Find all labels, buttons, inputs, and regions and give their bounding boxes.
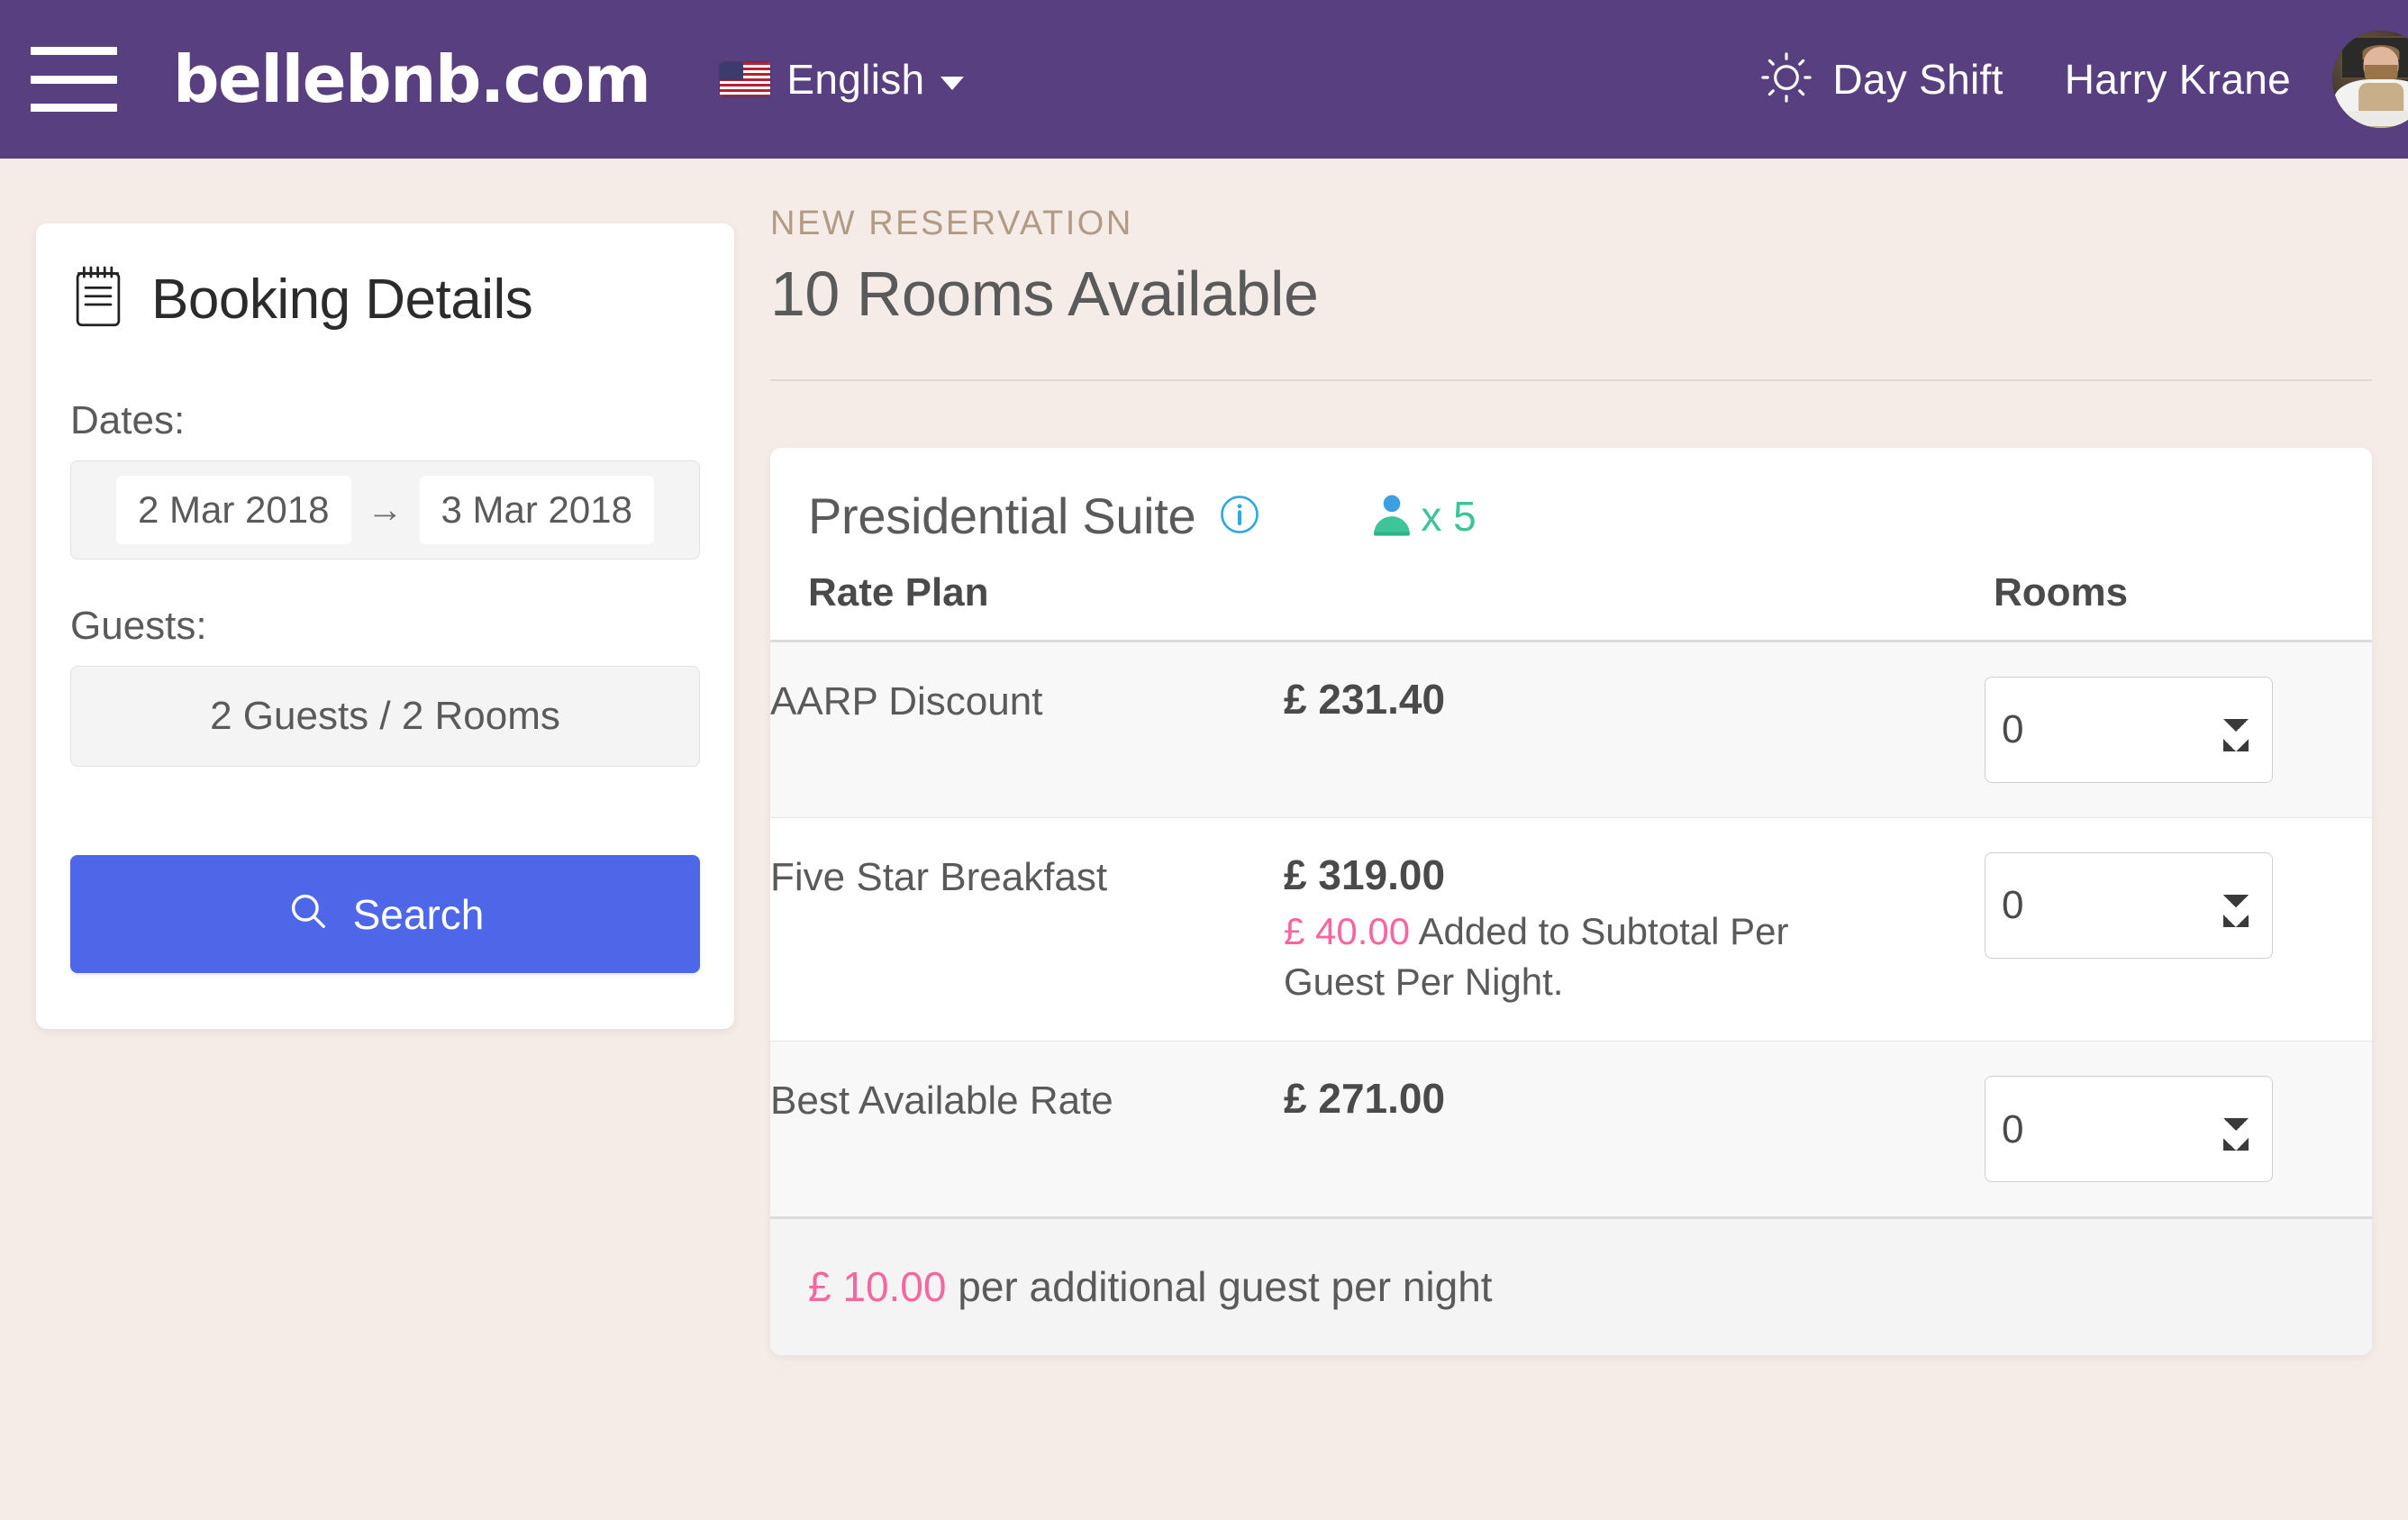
language-selector[interactable]: English [720,55,965,104]
top-navigation-bar: bellebnb.com English Day Shift Harry Kra… [0,0,2408,159]
extra-guest-fee-text: per additional guest per night [958,1263,1493,1311]
room-type-name: Presidential Suite [808,487,1196,545]
language-label: English [786,56,925,103]
rate-plan-price: £ 319.00 [1284,851,1446,898]
rooms-cell: 0 [1985,1041,2372,1217]
left-column: Booking Details Dates: 2 Mar 2018 → 3 Ma… [0,159,770,1030]
extra-guest-fee-amount: £ 10.00 [808,1263,947,1311]
table-row: Five Star Breakfast £ 319.00 £ 40.00 Add… [770,817,2372,1042]
rooms-cell: 0 [1985,641,2372,818]
rooms-cell: 0 [1985,817,2372,1042]
dates-label: Dates: [70,398,186,442]
rooms-select[interactable]: 0 [1985,1076,2273,1183]
user-name[interactable]: Harry Krane [2065,55,2291,104]
rate-plan-price: £ 271.00 [1284,1075,1446,1123]
max-occupancy: x 5 [1368,491,1477,542]
rate-plan-name: AARP Discount [770,641,1284,818]
sun-icon [1760,51,1813,108]
table-row: AARP Discount £ 231.40 0 [770,641,2372,818]
checkin-date-input[interactable]: 2 Mar 2018 [116,476,351,545]
rate-plan-price-cell: £ 231.40 [1284,641,1985,818]
hamburger-bar [31,47,117,55]
rate-plan-price: £ 231.40 [1284,675,1446,723]
guests-label: Guests: [70,604,207,649]
right-column: NEW RESERVATION 10 Rooms Available Presi… [770,159,2408,1356]
extra-guest-fee-note: £ 10.00 per additional guest per night [770,1216,2372,1356]
hamburger-bar [31,104,117,112]
chevron-down-icon [940,76,965,90]
date-range-field[interactable]: 2 Mar 2018 → 3 Mar 2018 [70,460,700,560]
day-shift-label: Day Shift [1832,56,2004,103]
guests-rooms-input[interactable]: 2 Guests / 2 Rooms [70,666,700,768]
booking-details-panel: Booking Details Dates: 2 Mar 2018 → 3 Ma… [36,223,734,1030]
rate-plan-price-cell: £ 271.00 [1284,1041,1985,1217]
rate-plan-note: £ 40.00 Added to Subtotal Per Guest Per … [1284,906,1878,1006]
rate-plan-name: Best Available Rate [770,1041,1284,1217]
rate-plan-name: Five Star Breakfast [770,817,1284,1042]
hamburger-menu-icon[interactable] [31,47,117,112]
divider [770,378,2372,381]
rate-plan-table: Rate Plan Rooms AARP Discount £ 231.40 0… [770,572,2372,1217]
checkout-date-input[interactable]: 3 Mar 2018 [419,476,654,545]
avatar[interactable] [2332,31,2408,128]
rate-plan-note-amount: £ 40.00 [1284,910,1411,953]
page-title: Booking Details [151,268,533,331]
table-row: Best Available Rate £ 271.00 0 [770,1041,2372,1217]
column-header-rate-plan: Rate Plan [770,572,1284,642]
rooms-available-heading: 10 Rooms Available [770,258,1319,329]
hamburger-bar [31,75,117,84]
search-button[interactable]: Search [70,855,700,974]
rate-plan-price-cell: £ 319.00 £ 40.00 Added to Subtotal Per G… [1284,817,1985,1042]
rooms-select[interactable]: 0 [1985,851,2273,959]
search-button-label: Search [352,890,485,938]
info-circle-icon[interactable] [1219,494,1260,540]
date-arrow-icon: → [367,489,404,530]
search-icon [286,889,330,939]
table-header-row: Rate Plan Rooms [770,572,2372,642]
rooms-select[interactable]: 0 [1985,676,2273,783]
page-body: Booking Details Dates: 2 Mar 2018 → 3 Ma… [0,159,2408,1520]
notepad-icon [70,265,126,334]
day-shift-button[interactable]: Day Shift [1760,51,2003,108]
room-card-header: Presidential Suite x 5 [770,448,2372,573]
column-header-rooms: Rooms [1985,572,2372,642]
room-type-card: Presidential Suite x 5 Rate Plan Rooms A… [770,447,2372,1356]
us-flag-icon [720,62,771,96]
header-right-group: Day Shift Harry Krane [1760,0,2408,159]
breadcrumb: NEW RESERVATION [770,205,1133,242]
person-icon [1368,491,1415,542]
max-occupancy-count: x 5 [1421,493,1477,541]
booking-details-header: Booking Details [70,265,700,334]
brand-logo[interactable]: bellebnb.com [173,47,651,112]
column-header-price [1284,572,1985,642]
